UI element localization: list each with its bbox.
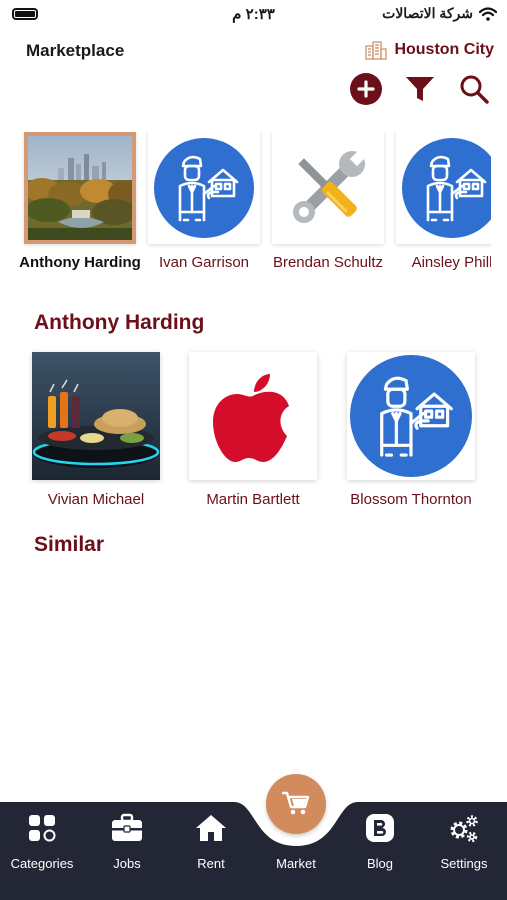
nav-item-settings[interactable]: Settings [422, 812, 506, 871]
search-icon [460, 75, 489, 104]
page-title: Marketplace [26, 41, 125, 60]
status-bar: ٢:٣٣ م شركة الاتصالات [0, 0, 507, 30]
nav-item-jobs[interactable]: Jobs [85, 812, 169, 871]
nav-label: Categories [10, 856, 74, 871]
carousel-label: Ivan Garrison [158, 254, 250, 271]
city-photo-thumb [24, 132, 136, 244]
apple-logo [213, 374, 298, 462]
categories-icon [29, 815, 56, 842]
product-label: Martin Bartlett [206, 491, 300, 508]
gears-icon [450, 815, 478, 843]
tools-thumb [272, 132, 384, 244]
nav-item-market[interactable]: Market [254, 812, 338, 871]
add-button[interactable] [349, 72, 383, 106]
product-item[interactable]: Blossom Thornton [336, 352, 486, 508]
nav-item-blog[interactable]: Blog [338, 812, 422, 871]
city-selector[interactable]: Houston City [364, 40, 494, 60]
agent-icon [350, 355, 472, 477]
filter-button[interactable] [403, 72, 437, 106]
blog-icon [366, 814, 394, 842]
tools-icon [292, 150, 366, 224]
nav-label: Jobs [113, 856, 141, 871]
carousel-item[interactable]: Brendan Schultz [266, 132, 390, 271]
product-label: Blossom Thornton [350, 491, 472, 508]
agent-icon [402, 138, 491, 238]
product-item[interactable]: Martin Bartlett [178, 352, 328, 508]
plus-circle-icon [350, 73, 382, 105]
bottom-nav: Categories Jobs Rent Market Blog Setting… [0, 760, 507, 900]
carousel-label: Brendan Schultz [272, 254, 384, 271]
section-title: Anthony Harding [34, 311, 205, 334]
city-name: Houston City [394, 41, 494, 58]
seller-carousel[interactable]: Anthony Harding Ivan Garrison Brendan Sc… [18, 132, 491, 277]
product-item[interactable]: Vivian Michael [21, 352, 171, 508]
city-photo [28, 136, 132, 240]
home-icon [196, 815, 226, 841]
nav-item-rent[interactable]: Rent [169, 812, 253, 871]
carousel-item[interactable]: Ainsley Phill [390, 132, 491, 271]
search-button[interactable] [457, 72, 491, 106]
filter-icon [406, 77, 434, 101]
product-label: Vivian Michael [47, 491, 145, 508]
carousel-label: Anthony Harding [19, 254, 141, 271]
food-photo [32, 352, 160, 480]
city-buildings-icon [365, 41, 388, 60]
nav-label: Market [276, 856, 316, 871]
nav-item-categories[interactable]: Categories [0, 812, 84, 871]
carousel-item[interactable]: Anthony Harding [18, 132, 142, 271]
agent-thumb [396, 132, 491, 244]
similar-title: Similar [34, 533, 105, 556]
nav-label: Settings [440, 856, 488, 871]
nav-label: Rent [197, 856, 225, 871]
carrier-name: شركة الاتصالات [382, 5, 473, 21]
product-thumb [189, 352, 317, 480]
status-right: شركة الاتصالات [382, 5, 497, 22]
header-actions [349, 72, 491, 106]
carousel-label: Ainsley Phill [411, 254, 491, 271]
nav-label: Blog [366, 856, 394, 871]
product-thumb [347, 352, 475, 480]
carousel-item[interactable]: Ivan Garrison [142, 132, 266, 271]
briefcase-icon [112, 813, 142, 841]
wifi-icon [479, 6, 497, 21]
agent-thumb [148, 132, 260, 244]
product-thumb [32, 352, 160, 480]
agent-icon [154, 138, 254, 238]
